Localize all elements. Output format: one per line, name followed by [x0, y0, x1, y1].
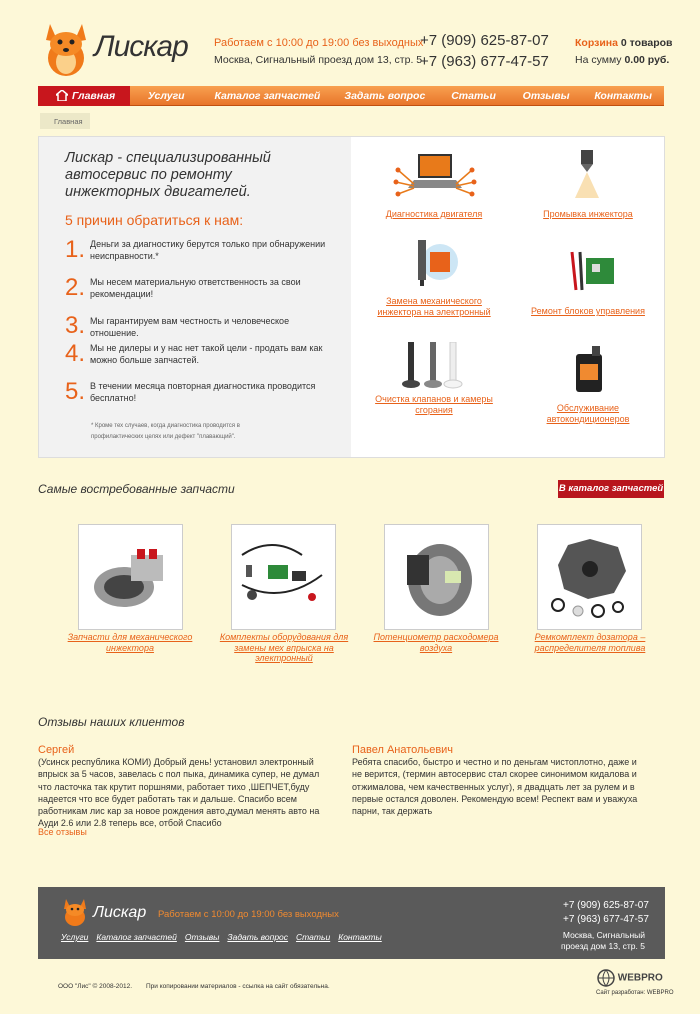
reason-text: Мы гарантируем вам честность и человечес… [90, 316, 290, 338]
copy-note: При копировании материалов - ссылка на с… [146, 983, 330, 990]
service-injector-replace-link[interactable]: Замена механического инжектора на электр… [364, 296, 504, 318]
developer-logo[interactable]: WEBPRO [597, 969, 663, 987]
logo-text[interactable]: Лискар [94, 30, 189, 64]
diagnostics-laptop-icon[interactable] [390, 150, 480, 200]
footer-hours: Работаем с 10:00 до 19:00 без выходных [158, 909, 339, 920]
cart-summary: Корзина 0 товаров [575, 37, 673, 49]
footer-address: Москва, Сигнальный проезд дом 13, стр. 5 [560, 930, 645, 951]
nav-item-reviews[interactable]: Отзывы [510, 90, 583, 102]
part-card[interactable] [231, 524, 336, 630]
fox-logo-icon[interactable] [38, 16, 94, 78]
nav-item-home[interactable]: Главная [38, 85, 130, 106]
nav-label: Главная [72, 89, 116, 102]
reason-number: 3. [65, 312, 86, 339]
reason-text: Деньги за диагностику берутся только при… [90, 239, 326, 261]
address: Москва, Сигнальный проезд дом 13, стр. 5 [214, 54, 423, 66]
service-injector-flush-link[interactable]: Промывка инжектора [518, 209, 658, 220]
reasons-title: 5 причин обратиться к нам: [65, 212, 244, 228]
air-flow-meter-icon [407, 544, 472, 616]
footer-phone-1: +7 (909) 625-87-07 [563, 900, 649, 911]
service-valves-link[interactable]: Очистка клапанов и камеры сгорания [364, 394, 504, 416]
parts-title: Самые востребованные запчасти [38, 482, 235, 496]
review-text: (Усинск республика КОМИ) Добрый день! ус… [38, 757, 320, 829]
repair-kit-icon [551, 539, 626, 618]
ac-service-canister-icon[interactable] [574, 346, 604, 392]
reason-number: 2. [65, 274, 86, 301]
footer-nav-item[interactable]: Статьи [296, 932, 330, 942]
part-link[interactable]: Запчасти для механического инжектора [60, 632, 200, 653]
home-icon [56, 90, 68, 101]
intro-text: Лискар - специализированный автосервис п… [65, 150, 271, 200]
injector-replace-icon[interactable] [406, 238, 462, 288]
valves-icon[interactable] [398, 342, 468, 392]
service-ac-link[interactable]: Обслуживание автокондиционеров [518, 403, 658, 425]
fox-footer-logo-icon[interactable] [60, 897, 90, 927]
phone-1: +7 (909) 625-87-07 [420, 32, 549, 49]
injector-flush-icon[interactable] [572, 150, 602, 200]
phone-2: +7 (963) 677-47-57 [420, 53, 549, 70]
reason-number: 5. [65, 378, 86, 405]
footer-nav-item[interactable]: Услуги [61, 932, 88, 942]
main-nav: Главная Услуги Каталог запчастей Задать … [38, 85, 664, 106]
reason-text: Мы не дилеры и у нас нет такой цели - пр… [90, 343, 323, 365]
nav-item-services[interactable]: Услуги [130, 90, 203, 102]
developer-note: Сайт разработан: WEBPRO [596, 990, 674, 996]
efi-kit-icon [241, 544, 323, 601]
review-author: Павел Анатольевич [352, 744, 454, 756]
reason-number: 1. [65, 236, 86, 263]
working-hours: Работаем с 10:00 до 19:00 без выходных [214, 37, 424, 49]
reason-text: Мы несем материальную ответственность за… [90, 277, 301, 299]
footer-logo-text[interactable]: Лискар [93, 904, 146, 922]
reviews-title: Отзывы наших клиентов [38, 715, 185, 729]
nav-item-articles[interactable]: Статьи [437, 90, 510, 102]
footer-nav: Услуги Каталог запчастей Отзывы Задать в… [61, 932, 382, 942]
part-card[interactable] [537, 524, 642, 630]
footer-nav-item[interactable]: Отзывы [185, 932, 220, 942]
review-author: Сергей [38, 744, 75, 756]
part-card[interactable] [78, 524, 183, 630]
copyright: ООО "Лис" © 2008-2012. [58, 983, 133, 990]
cart-count: 0 товаров [620, 37, 673, 49]
reason-number: 4. [65, 340, 86, 367]
review-text: Ребята спасибо, быстро и честно и по ден… [352, 757, 638, 817]
part-link[interactable]: Комплекты оборудования для замены мех вп… [214, 632, 354, 664]
reason-text: В течении месяца повторная диагностика п… [90, 381, 316, 403]
footer-nav-item[interactable]: Каталог запчастей [96, 932, 177, 942]
footnote: * Кроме тех случаев, когда диагностика п… [91, 423, 240, 440]
footer-nav-item[interactable]: Контакты [338, 932, 382, 942]
cart-link[interactable]: Корзина [575, 37, 618, 49]
developer-logo-text: WEBPRO [617, 972, 663, 984]
all-reviews-link[interactable]: Все отзывы [38, 827, 87, 837]
service-ecu-repair-link[interactable]: Ремонт блоков управления [518, 306, 658, 317]
service-diagnostics-link[interactable]: Диагностика двигателя [364, 209, 504, 220]
webpro-globe-icon [597, 969, 615, 987]
footer-nav-item[interactable]: Задать вопрос [227, 932, 288, 942]
throttle-body-icon [94, 549, 163, 607]
cart-sum-label: На сумму [575, 54, 622, 66]
nav-item-contacts[interactable]: Контакты [582, 90, 664, 102]
catalog-button[interactable]: В каталог запчастей [558, 480, 664, 498]
footer-phone-2: +7 (963) 677-47-57 [563, 914, 649, 925]
part-card[interactable] [384, 524, 489, 630]
part-link[interactable]: Ремкомплект дозатора – распределителя то… [520, 632, 660, 653]
breadcrumb[interactable]: Главная [40, 113, 90, 129]
ecu-repair-icon[interactable] [566, 250, 616, 298]
cart-sum: На сумму 0.00 руб. [575, 54, 669, 66]
nav-item-ask[interactable]: Задать вопрос [332, 90, 437, 102]
cart-sum-value: 0.00 руб. [624, 54, 670, 66]
part-link[interactable]: Потенциометр расходомера воздуха [366, 632, 506, 653]
nav-item-catalog[interactable]: Каталог запчастей [203, 90, 333, 102]
